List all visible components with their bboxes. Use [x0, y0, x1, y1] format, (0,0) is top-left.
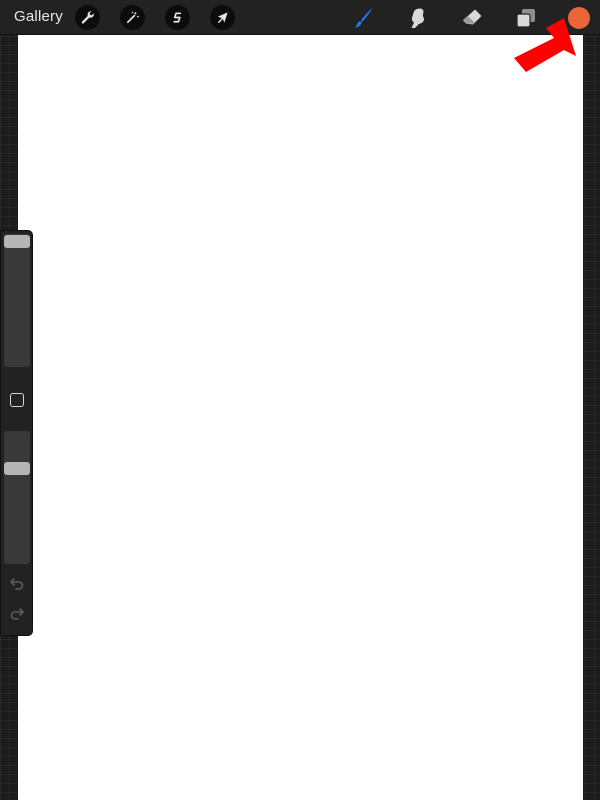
opacity-slider[interactable]	[4, 431, 30, 564]
layers-button[interactable]	[513, 5, 539, 31]
color-picker-button[interactable]	[568, 7, 590, 29]
redo-arrow-icon	[10, 608, 24, 620]
undo-button[interactable]	[9, 575, 25, 591]
top-toolbar: Gallery	[0, 0, 600, 35]
magic-wand-icon	[126, 11, 139, 24]
selection-button[interactable]	[165, 5, 190, 30]
adjustments-button[interactable]	[120, 5, 145, 30]
actions-button[interactable]	[75, 5, 100, 30]
eraser-tool-button[interactable]	[459, 5, 485, 31]
left-sidebar	[0, 230, 33, 636]
selection-s-icon	[173, 12, 182, 23]
wrench-icon	[81, 11, 94, 24]
smudge-tool-button[interactable]	[405, 5, 431, 31]
redo-button[interactable]	[9, 607, 25, 623]
square-modify-icon[interactable]	[10, 393, 24, 407]
brush-tool-button[interactable]	[350, 5, 376, 31]
transform-button[interactable]	[210, 5, 235, 30]
cursor-arrow-icon	[217, 12, 228, 24]
brush-icon	[355, 8, 373, 28]
brush-size-slider[interactable]	[4, 234, 30, 367]
brush-size-slider-thumb[interactable]	[4, 235, 30, 248]
layers-icon	[516, 9, 535, 28]
gallery-button[interactable]: Gallery	[14, 8, 63, 25]
drawing-canvas[interactable]	[18, 35, 583, 800]
eraser-icon	[463, 9, 482, 25]
undo-arrow-icon	[10, 578, 24, 590]
smudge-finger-icon	[411, 8, 424, 28]
opacity-slider-thumb[interactable]	[4, 461, 30, 475]
